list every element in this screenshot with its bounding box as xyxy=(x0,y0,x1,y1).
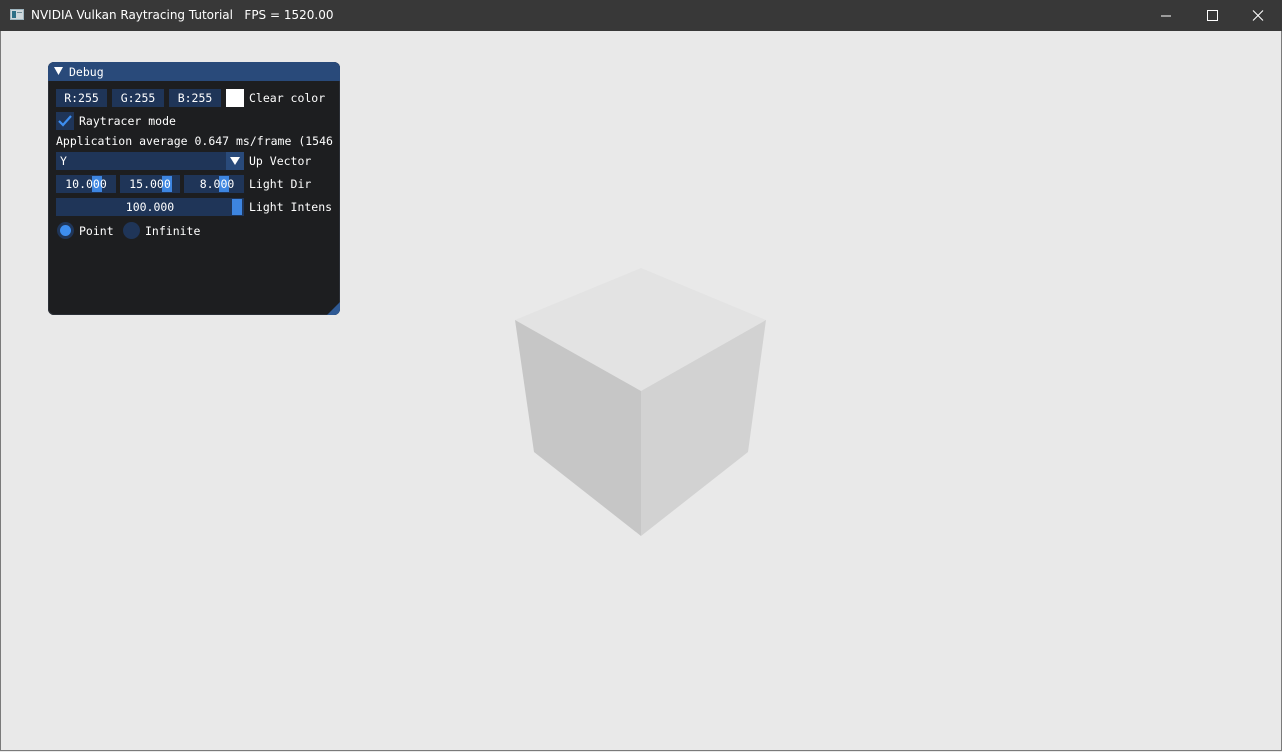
collapse-arrow-icon[interactable] xyxy=(54,67,63,75)
chevron-down-icon xyxy=(230,157,240,165)
light-intensity-slider[interactable]: 100.000 xyxy=(56,198,244,216)
clear-color-row: R:255 G:255 B:255 Clear color xyxy=(48,89,340,109)
up-vector-label: Up Vector xyxy=(249,154,312,168)
light-dir-y-slider[interactable]: 15.000 xyxy=(120,175,180,193)
green-channel-field[interactable]: G:255 xyxy=(112,89,164,107)
light-type-row: Point Infinite xyxy=(48,222,340,242)
blue-channel-field[interactable]: B:255 xyxy=(169,89,221,107)
slider-grab[interactable] xyxy=(232,199,242,215)
clear-color-label: Clear color xyxy=(249,91,326,105)
up-vector-value: Y xyxy=(60,154,67,168)
debug-panel[interactable]: Debug R:255 G:255 B:255 Clear color Rayt… xyxy=(48,62,340,315)
radio-point-label: Point xyxy=(79,224,114,238)
light-dir-x-value: 10.000 xyxy=(65,177,107,191)
light-dir-row: 10.000 15.000 8.000 Light Dir xyxy=(48,175,340,195)
up-vector-combo[interactable]: Y xyxy=(56,152,244,170)
raytracer-row: Raytracer mode xyxy=(48,112,340,132)
radio-infinite-label: Infinite xyxy=(145,224,201,238)
raytracer-mode-checkbox[interactable] xyxy=(56,112,74,130)
radio-infinite[interactable] xyxy=(123,222,140,239)
up-vector-dropdown-button[interactable] xyxy=(226,152,244,170)
raytracer-mode-label: Raytracer mode xyxy=(79,114,176,128)
app-average-row: Application average 0.647 ms/frame (1546 xyxy=(48,132,340,152)
debug-panel-header[interactable]: Debug xyxy=(48,62,340,81)
light-intensity-row: 100.000 Light Intens xyxy=(48,198,340,218)
resize-grip-icon[interactable] xyxy=(324,299,340,315)
debug-panel-title: Debug xyxy=(69,65,104,79)
checkmark-icon xyxy=(58,115,72,127)
red-channel-field[interactable]: R:255 xyxy=(56,89,107,107)
radio-point[interactable] xyxy=(57,222,74,239)
app-average-text: Application average 0.647 ms/frame (1546 xyxy=(56,134,333,148)
light-intensity-label: Light Intens xyxy=(249,200,333,214)
up-vector-row: Y Up Vector xyxy=(48,152,340,172)
light-intensity-value: 100.000 xyxy=(125,200,175,214)
light-dir-label: Light Dir xyxy=(249,177,312,191)
light-dir-z-slider[interactable]: 8.000 xyxy=(184,175,244,193)
clear-color-swatch[interactable] xyxy=(226,89,244,107)
light-dir-z-value: 8.000 xyxy=(199,177,235,191)
light-dir-x-slider[interactable]: 10.000 xyxy=(56,175,116,193)
light-dir-y-value: 15.000 xyxy=(129,177,171,191)
radio-selected-dot xyxy=(60,225,71,236)
